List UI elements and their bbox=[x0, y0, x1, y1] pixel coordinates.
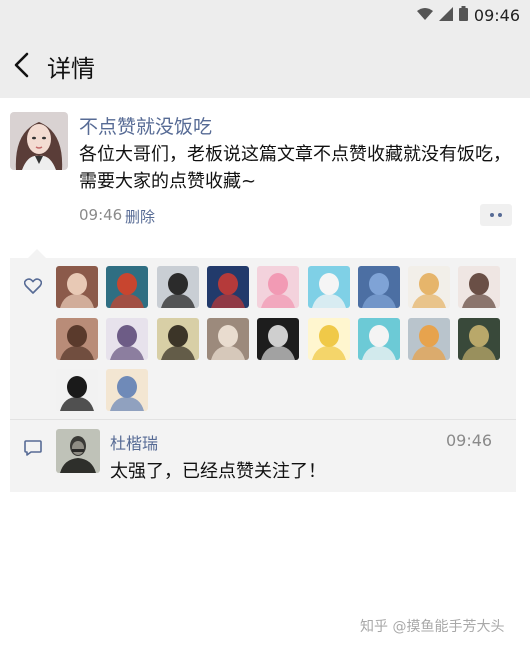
liker-avatar[interactable] bbox=[106, 266, 149, 308]
liker-avatar[interactable] bbox=[106, 317, 149, 360]
liker-avatar[interactable] bbox=[106, 369, 149, 411]
liker-avatar[interactable] bbox=[206, 317, 249, 360]
signal-icon bbox=[438, 6, 453, 25]
liker-avatar[interactable] bbox=[257, 317, 300, 360]
liker-avatar[interactable] bbox=[156, 266, 199, 308]
liker-avatar[interactable] bbox=[257, 266, 300, 308]
comment-text: 太强了，已经点赞关注了！ bbox=[110, 461, 326, 482]
wifi-icon bbox=[416, 6, 433, 25]
liker-avatar[interactable] bbox=[56, 266, 98, 308]
liker-avatar[interactable] bbox=[357, 266, 400, 308]
chevron-left-icon bbox=[14, 52, 29, 78]
post-author-avatar[interactable] bbox=[10, 112, 68, 170]
panel-divider bbox=[10, 419, 516, 420]
status-time: 09:46 bbox=[473, 5, 520, 25]
post-author-name[interactable]: 不点赞就没饭吃 bbox=[79, 112, 212, 139]
liker-avatar[interactable] bbox=[458, 266, 501, 308]
comment-time: 09:46 bbox=[446, 431, 493, 450]
heart-icon bbox=[23, 278, 43, 294]
back-button[interactable] bbox=[10, 50, 36, 80]
battery-icon bbox=[458, 5, 468, 25]
watermark: 知乎 @摸鱼能手芳大头 bbox=[360, 619, 505, 635]
status-bar: 09:46 bbox=[0, 0, 530, 30]
liker-avatar[interactable] bbox=[307, 266, 350, 308]
liker-avatar[interactable] bbox=[307, 317, 350, 360]
more-dots-icon[interactable] bbox=[480, 204, 512, 226]
delete-button[interactable]: 删除 bbox=[125, 206, 155, 227]
status-icons: 09:46 bbox=[416, 5, 520, 25]
page-title: 详情 bbox=[47, 55, 95, 83]
panel-pointer bbox=[28, 249, 46, 258]
post-time: 09:46 bbox=[79, 206, 123, 224]
liker-avatar[interactable] bbox=[408, 317, 451, 360]
liker-avatar[interactable] bbox=[56, 317, 98, 360]
comment-author-avatar[interactable] bbox=[56, 429, 100, 473]
liker-avatar[interactable] bbox=[156, 317, 199, 360]
title-bar: 详情 bbox=[0, 30, 530, 98]
liker-avatar[interactable] bbox=[458, 317, 501, 360]
comment-author-name[interactable]: 杜楷瑞 bbox=[110, 430, 158, 454]
liker-avatar[interactable] bbox=[408, 266, 451, 308]
liker-avatar[interactable] bbox=[357, 317, 400, 360]
post-content: 各位大哥们，老板说这篇文章不点赞收藏就没有饭吃，需要大家的点赞收藏~ bbox=[79, 144, 511, 192]
liker-avatar[interactable] bbox=[56, 369, 98, 411]
liker-avatar[interactable] bbox=[206, 266, 249, 308]
comment-bubble-icon bbox=[24, 440, 42, 456]
